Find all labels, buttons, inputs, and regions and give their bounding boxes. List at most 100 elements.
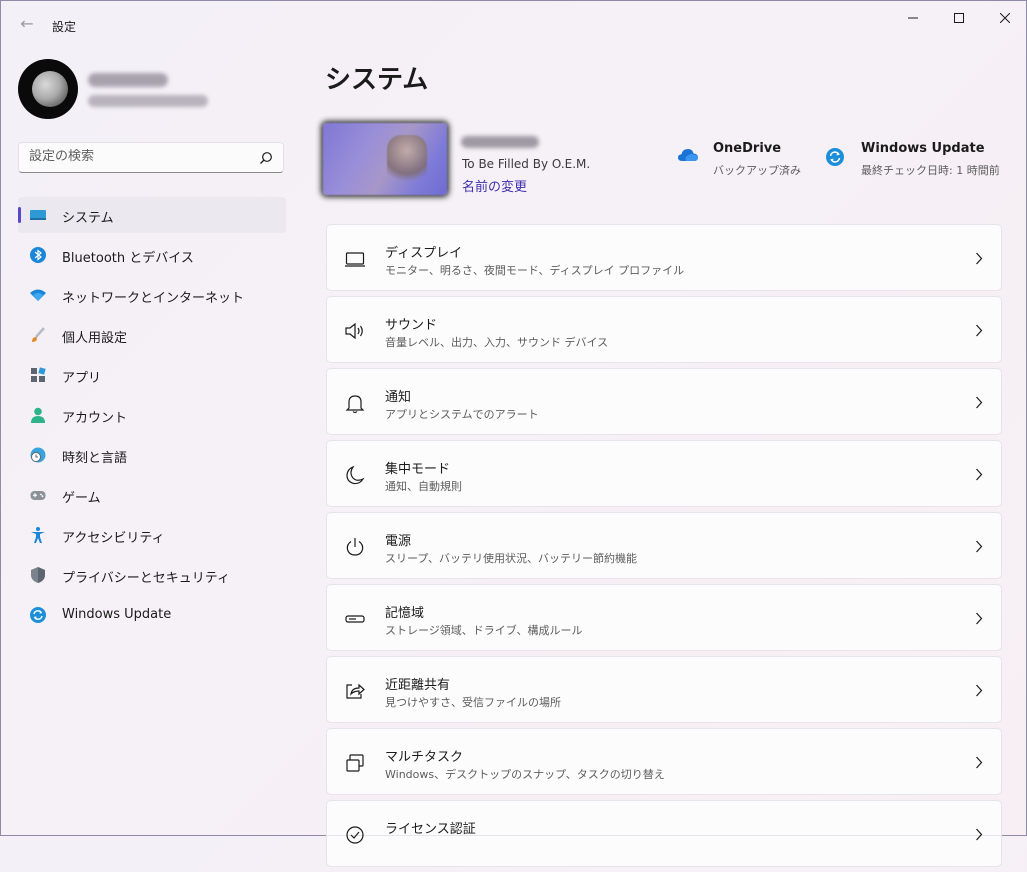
title-bar: ← 設定 [1, 1, 1026, 49]
onedrive-title[interactable]: OneDrive [713, 141, 781, 156]
windows-update-title[interactable]: Windows Update [861, 141, 985, 156]
onedrive-status: バックアップ済み [713, 164, 801, 177]
card-title: 近距離共有 [385, 678, 451, 693]
windows-update-status: 最終チェック日時: 1 時間前 [861, 164, 1000, 177]
sidebar-item-label: Windows Update [62, 607, 172, 622]
moon-photo [32, 71, 68, 107]
account-email-redacted [88, 95, 208, 107]
card-nearby-sharing[interactable]: 近距離共有 見つけやすさ、受信ファイルの場所 [326, 656, 1002, 723]
sidebar-item-label: 個人用設定 [62, 331, 128, 346]
search-box[interactable] [18, 142, 284, 173]
sidebar-item-privacy[interactable]: プライバシーとセキュリティ [18, 557, 286, 593]
accessibility-icon [31, 527, 45, 543]
device-image [323, 123, 447, 195]
share-icon [346, 683, 365, 699]
card-power[interactable]: 電源 スリープ、バッテリ使用状況、バッテリー節約機能 [326, 512, 1002, 579]
card-subtitle: アプリとシステムでのアラート [385, 408, 539, 421]
maximize-button[interactable] [936, 1, 982, 35]
sidebar-item-time-language[interactable]: 時刻と言語 [18, 437, 286, 473]
card-subtitle: モニター、明るさ、夜間モード、ディスプレイ プロファイル [385, 264, 685, 277]
card-title: 電源 [385, 534, 412, 549]
windows-update-icon[interactable] [825, 147, 845, 167]
device-model: To Be Filled By O.E.M. [462, 157, 591, 171]
sidebar-item-network[interactable]: ネットワークとインターネット [18, 277, 286, 313]
sidebar-item-label: ゲーム [62, 491, 101, 506]
back-arrow-icon: ← [20, 14, 34, 33]
back-button[interactable]: ← [13, 10, 41, 38]
gamepad-icon [30, 491, 46, 500]
onedrive-icon[interactable] [677, 147, 699, 163]
card-subtitle: 通知、自動規則 [385, 480, 462, 493]
page-title: システム [325, 65, 429, 95]
apps-icon [31, 367, 46, 382]
search-input[interactable] [29, 149, 249, 164]
bluetooth-icon [30, 247, 46, 263]
activation-icon [346, 826, 364, 844]
close-icon [1000, 13, 1010, 23]
card-activation[interactable]: ライセンス認証 [326, 800, 1002, 867]
sidebar-nav: システム Bluetooth とデバイス ネットワークとインターネット 個人用設… [18, 197, 286, 637]
sidebar-item-label: アクセシビリティ [62, 531, 165, 546]
sidebar-item-label: ネットワークとインターネット [62, 291, 245, 306]
active-indicator [18, 207, 21, 223]
sidebar-item-accounts[interactable]: アカウント [18, 397, 286, 433]
sidebar-item-label: アカウント [62, 411, 128, 426]
multitask-icon [346, 754, 364, 772]
card-subtitle: 見つけやすさ、受信ファイルの場所 [385, 696, 561, 709]
card-title: 記憶域 [385, 606, 425, 621]
update-icon [30, 607, 46, 623]
card-storage[interactable]: 記憶域 ストレージ領域、ドライブ、構成ルール [326, 584, 1002, 651]
card-subtitle: Windows、デスクトップのスナップ、タスクの切り替え [385, 768, 665, 781]
sidebar-item-system[interactable]: システム [18, 197, 286, 233]
speaker-icon [345, 322, 363, 340]
card-subtitle: ストレージ領域、ドライブ、構成ルール [385, 624, 583, 637]
card-title: ライセンス認証 [385, 822, 476, 837]
chevron-right-icon [976, 612, 983, 625]
sidebar-item-label: システム [62, 211, 114, 226]
sidebar-item-accessibility[interactable]: アクセシビリティ [18, 517, 286, 553]
card-notifications[interactable]: 通知 アプリとシステムでのアラート [326, 368, 1002, 435]
chevron-right-icon [976, 828, 983, 841]
chevron-right-icon [976, 468, 983, 481]
avatar[interactable] [18, 59, 78, 119]
sidebar-item-gaming[interactable]: ゲーム [18, 477, 286, 513]
card-title: ディスプレイ [385, 246, 463, 261]
card-title: 集中モード [385, 462, 451, 477]
power-icon [346, 538, 364, 556]
sidebar-item-label: プライバシーとセキュリティ [62, 571, 230, 586]
close-button[interactable] [982, 1, 1027, 35]
card-display[interactable]: ディスプレイ モニター、明るさ、夜間モード、ディスプレイ プロファイル [326, 224, 1002, 291]
app-title: 設定 [52, 20, 77, 34]
sidebar-item-personalization[interactable]: 個人用設定 [18, 317, 286, 353]
storage-icon [345, 615, 365, 623]
sidebar-item-label: Bluetooth とデバイス [62, 251, 194, 266]
globe-clock-icon [30, 447, 46, 463]
card-subtitle: スリープ、バッテリ使用状況、バッテリー節約機能 [385, 552, 638, 565]
moon-icon [346, 465, 365, 485]
person-icon [31, 407, 45, 423]
card-title: 通知 [385, 390, 412, 405]
wallpaper-figure [387, 135, 427, 187]
sidebar-item-bluetooth[interactable]: Bluetooth とデバイス [18, 237, 286, 273]
sidebar-item-label: アプリ [62, 371, 102, 386]
search-icon[interactable] [259, 151, 273, 165]
card-focus[interactable]: 集中モード 通知、自動規則 [326, 440, 1002, 507]
minimize-button[interactable] [890, 1, 936, 35]
shield-icon [31, 567, 45, 583]
chevron-right-icon [976, 684, 983, 697]
card-sound[interactable]: サウンド 音量レベル、出力、入力、サウンド デバイス [326, 296, 1002, 363]
rename-link[interactable]: 名前の変更 [462, 176, 527, 195]
chevron-right-icon [976, 756, 983, 769]
device-name-redacted [461, 136, 539, 148]
card-title: マルチタスク [385, 750, 464, 765]
chevron-right-icon [976, 252, 983, 265]
sidebar-item-windows-update[interactable]: Windows Update [18, 597, 286, 633]
sidebar-item-label: 時刻と言語 [62, 451, 128, 466]
sidebar-item-apps[interactable]: アプリ [18, 357, 286, 393]
account-name-redacted [88, 73, 168, 87]
wifi-icon [30, 289, 46, 301]
card-subtitle: 音量レベル、出力、入力、サウンド デバイス [385, 336, 609, 349]
display-icon [345, 252, 365, 267]
maximize-icon [954, 13, 964, 23]
card-multitasking[interactable]: マルチタスク Windows、デスクトップのスナップ、タスクの切り替え [326, 728, 1002, 795]
